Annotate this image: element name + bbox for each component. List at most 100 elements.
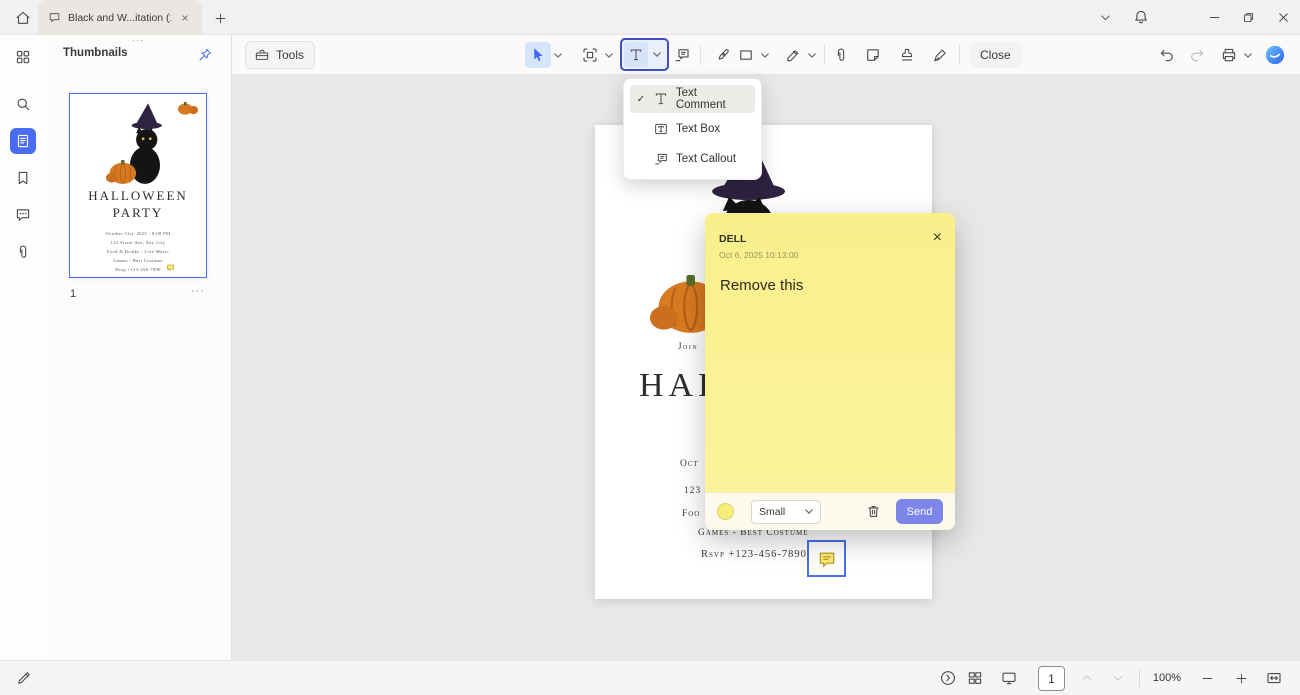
- close-tools-button[interactable]: Close: [969, 42, 1022, 68]
- new-tab-button[interactable]: [210, 8, 230, 28]
- note-color-swatch[interactable]: [717, 503, 734, 520]
- attachments-panel-button[interactable]: [10, 239, 36, 265]
- chevron-up-icon: [1080, 671, 1094, 685]
- highlighter-tool[interactable]: [780, 42, 806, 68]
- note-delete-button[interactable]: [863, 502, 883, 522]
- status-bar: 100%: [0, 660, 1300, 695]
- thumbnail-text-line: October 31st, 2025 - 8:00 PM: [70, 231, 206, 236]
- sticker-tool[interactable]: [860, 42, 886, 68]
- tab-close-icon[interactable]: ×: [178, 11, 192, 25]
- select-tool-dropdown[interactable]: [552, 42, 564, 68]
- statusbar-divider: [1139, 670, 1140, 687]
- zoom-out-button[interactable]: [1194, 665, 1220, 691]
- presentation-mode-button[interactable]: [996, 665, 1022, 691]
- snapshot-icon: [581, 46, 599, 64]
- export-icon: [1220, 46, 1238, 64]
- selected-comment-annotation[interactable]: [807, 540, 846, 577]
- chevron-down-icon: [805, 509, 813, 514]
- window-minimize-button[interactable]: [1199, 0, 1229, 34]
- paperclip-icon: [14, 243, 32, 261]
- shape-tool-dropdown[interactable]: [759, 42, 771, 68]
- text-comment-tool[interactable]: [624, 42, 648, 67]
- home-button[interactable]: [9, 4, 37, 32]
- close-button-label: Close: [980, 48, 1011, 62]
- menu-item-text-comment[interactable]: ✓ Text Comment: [630, 85, 755, 113]
- search-panel-button[interactable]: [10, 91, 36, 117]
- pumpkin-artwork: [177, 100, 199, 115]
- highlighter-tool-dropdown[interactable]: [806, 42, 818, 68]
- zoom-level[interactable]: 100%: [1147, 672, 1187, 684]
- select-tool[interactable]: [525, 42, 551, 68]
- bookmarks-panel-button[interactable]: [10, 165, 36, 191]
- comment-icon: [14, 206, 32, 224]
- note-send-button[interactable]: Send: [896, 499, 943, 524]
- bookmark-icon: [14, 169, 32, 187]
- note-footer: Small Send: [705, 492, 955, 530]
- note-content[interactable]: Remove this: [720, 277, 943, 294]
- text-comment-menu-icon: [653, 91, 669, 107]
- titlebar: Black and W...itation (1) ×: [0, 0, 1300, 35]
- thumbnails-panel-button[interactable]: [10, 128, 36, 154]
- stamp-icon: [898, 46, 916, 64]
- undo-button[interactable]: [1154, 42, 1180, 68]
- attachment-tool[interactable]: [828, 42, 854, 68]
- previous-page-button[interactable]: [1074, 665, 1100, 691]
- snapshot-tool-dropdown[interactable]: [603, 42, 615, 68]
- zoom-in-button[interactable]: [1228, 665, 1254, 691]
- thumbnail-title-line1: HALLOWEEN: [70, 188, 206, 204]
- note-annotation-icon: [817, 549, 837, 569]
- sticker-icon: [864, 46, 882, 64]
- text-callout-tool[interactable]: [669, 42, 695, 68]
- shape-tool[interactable]: [733, 42, 759, 68]
- pin-panel-button[interactable]: [194, 44, 216, 66]
- signature-tool[interactable]: [928, 42, 954, 68]
- restore-icon: [1241, 10, 1256, 25]
- redo-icon: [1188, 46, 1206, 64]
- search-icon: [14, 95, 32, 113]
- document-tab[interactable]: Black and W...itation (1) ×: [38, 0, 202, 35]
- comments-panel-button[interactable]: [10, 202, 36, 228]
- thumbnails-panel: ··· Thumbnails HALLOWEEN PARTY October 3: [45, 35, 232, 660]
- tab-title: Black and W...itation (1): [68, 12, 171, 24]
- page-number-input[interactable]: [1038, 666, 1065, 691]
- page-thumbnail[interactable]: HALLOWEEN PARTY October 31st, 2025 - 8:0…: [69, 93, 207, 278]
- ai-assistant-button[interactable]: [1264, 44, 1286, 66]
- menu-item-text-callout[interactable]: Text Callout: [630, 145, 755, 173]
- menu-item-label: Text Box: [676, 123, 720, 135]
- snapshot-tool[interactable]: [577, 42, 603, 68]
- pages-icon: [14, 132, 32, 150]
- tab-comment-icon: [48, 11, 61, 24]
- tools-button[interactable]: Tools: [245, 41, 315, 69]
- thumbnail-more-button[interactable]: ···: [191, 285, 205, 297]
- menu-item-label: Text Callout: [676, 153, 736, 165]
- note-size-select[interactable]: Small: [751, 500, 821, 524]
- export-button[interactable]: [1216, 42, 1242, 68]
- menu-item-text-box[interactable]: Text Box: [630, 115, 755, 143]
- collapse-toolbar-button[interactable]: [1092, 4, 1118, 30]
- chevron-down-icon: [1098, 10, 1113, 25]
- invitation-address-line: 123: [684, 486, 701, 496]
- next-page-button[interactable]: [1105, 665, 1131, 691]
- page-grid-view-button[interactable]: [962, 665, 988, 691]
- tools-button-label: Tools: [276, 48, 304, 62]
- window-close-button[interactable]: [1268, 0, 1298, 34]
- ink-signature-button[interactable]: [11, 665, 37, 691]
- undo-icon: [1158, 46, 1176, 64]
- expand-statusbar-button[interactable]: [935, 665, 961, 691]
- notifications-button[interactable]: [1128, 4, 1154, 30]
- note-size-value: Small: [759, 506, 785, 518]
- export-dropdown[interactable]: [1242, 42, 1254, 68]
- monitor-icon: [1000, 669, 1018, 687]
- invitation-rsvp-line: Rsvp +123-456-7890: [701, 549, 807, 560]
- text-comment-tool-dropdown[interactable]: [648, 42, 666, 67]
- stamp-tool[interactable]: [894, 42, 920, 68]
- fit-width-button[interactable]: [1261, 665, 1287, 691]
- close-icon: [1276, 10, 1291, 25]
- window-restore-button[interactable]: [1233, 0, 1263, 34]
- paperclip-icon: [832, 46, 850, 64]
- minimize-icon: [1207, 10, 1222, 25]
- plus-icon: [213, 11, 228, 26]
- redo-button[interactable]: [1184, 42, 1210, 68]
- apps-panel-button[interactable]: [10, 44, 36, 70]
- note-close-icon[interactable]: ×: [933, 230, 942, 246]
